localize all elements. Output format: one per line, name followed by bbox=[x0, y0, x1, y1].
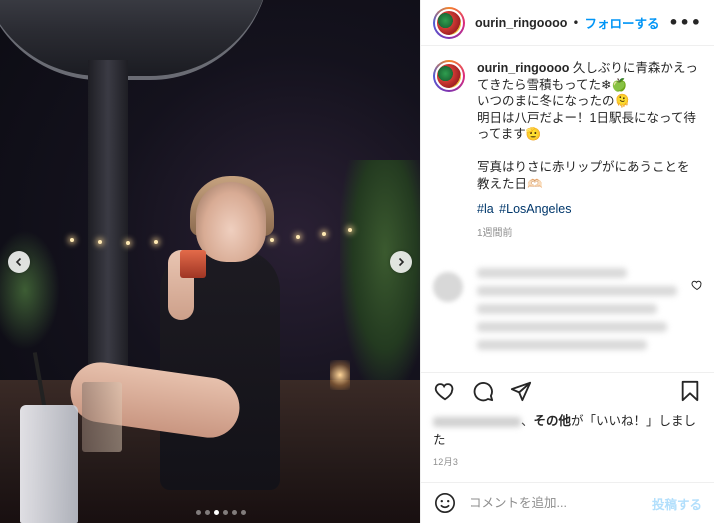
patio-heater-top bbox=[0, 0, 270, 80]
heart-icon bbox=[434, 382, 454, 400]
save-button[interactable] bbox=[678, 379, 702, 403]
comment-like-button[interactable] bbox=[691, 276, 703, 295]
post-side-panel: ourin_ringoooo • フォローする ••• ourin_ringoo… bbox=[420, 0, 714, 523]
foliage bbox=[340, 160, 420, 390]
separator: • bbox=[572, 15, 580, 30]
carousel-prev-button[interactable] bbox=[8, 251, 30, 273]
carousel-dot bbox=[232, 510, 237, 515]
avatar-image bbox=[435, 8, 463, 37]
post-date: 12月3 bbox=[433, 457, 459, 467]
blurred-avatar bbox=[433, 272, 463, 302]
avatar[interactable] bbox=[433, 6, 465, 39]
blurred-comment bbox=[433, 266, 703, 366]
blurred-text bbox=[477, 340, 647, 350]
carousel-dot bbox=[205, 510, 210, 515]
post-photo[interactable] bbox=[0, 0, 420, 523]
time-ago: 1週間前 bbox=[477, 228, 513, 239]
comment-icon bbox=[473, 381, 494, 401]
person-head bbox=[196, 182, 266, 262]
like-button[interactable] bbox=[433, 379, 457, 403]
follow-button[interactable]: フォローする bbox=[584, 13, 659, 32]
carousel-next-button[interactable] bbox=[390, 251, 412, 273]
carousel-dots bbox=[196, 510, 246, 515]
chevron-left-icon bbox=[15, 257, 22, 267]
caption-username[interactable]: ourin_ringoooo bbox=[477, 61, 569, 75]
drink-glass bbox=[20, 405, 78, 523]
carousel-dot bbox=[241, 510, 246, 515]
blurred-text bbox=[477, 304, 657, 314]
water-glass bbox=[82, 382, 122, 452]
likes-summary: 、その他が「いいね！」しました bbox=[433, 414, 697, 447]
comment-button[interactable] bbox=[471, 379, 495, 403]
caption-avatar[interactable] bbox=[433, 60, 465, 92]
others-link[interactable]: その他 bbox=[534, 414, 572, 428]
emoji-icon bbox=[435, 493, 455, 513]
blurred-username bbox=[433, 416, 521, 427]
share-icon bbox=[510, 381, 532, 401]
carousel-dot bbox=[196, 510, 201, 515]
emoji-button[interactable] bbox=[433, 491, 457, 515]
blurred-text bbox=[477, 286, 677, 296]
avatar-image bbox=[435, 62, 463, 90]
foliage-left bbox=[0, 230, 60, 350]
comments-area[interactable]: ourin_ringoooo 久しぶりに青森かえってきたら雪積もってた❄🍏 いつ… bbox=[421, 46, 714, 368]
carousel-dot bbox=[223, 510, 228, 515]
caption-text: ourin_ringoooo 久しぶりに青森かえってきたら雪積もってた❄🍏 いつ… bbox=[477, 60, 701, 192]
hashtag-link[interactable]: #LosAngeles bbox=[499, 202, 571, 216]
caption: ourin_ringoooo 久しぶりに青森かえってきたら雪積もってた❄🍏 いつ… bbox=[433, 60, 702, 192]
more-icon[interactable]: ••• bbox=[668, 13, 702, 32]
chevron-right-icon bbox=[398, 257, 405, 267]
share-button[interactable] bbox=[509, 379, 533, 403]
hashtag-link[interactable]: #la bbox=[477, 202, 494, 216]
caption-body: 久しぶりに青森かえってきたら雪積もってた❄🍏 いつのまに冬になったの🫠 明日は八… bbox=[477, 61, 698, 191]
comment-input[interactable] bbox=[469, 496, 652, 510]
table-lamp bbox=[330, 360, 350, 390]
bookmark-icon bbox=[681, 380, 699, 401]
add-comment-bar: 投稿する bbox=[421, 482, 714, 523]
post-comment-button[interactable]: 投稿する bbox=[652, 494, 702, 513]
blurred-text bbox=[477, 322, 667, 332]
heart-icon bbox=[691, 280, 702, 291]
carousel-dot bbox=[214, 510, 219, 515]
post-header: ourin_ringoooo • フォローする ••• bbox=[421, 0, 714, 46]
blurred-text bbox=[477, 268, 627, 278]
hashtags: #la #LosAngeles bbox=[477, 202, 702, 216]
cocktail-glass bbox=[180, 250, 206, 278]
username-link[interactable]: ourin_ringoooo bbox=[475, 16, 567, 30]
action-bar bbox=[421, 372, 714, 408]
